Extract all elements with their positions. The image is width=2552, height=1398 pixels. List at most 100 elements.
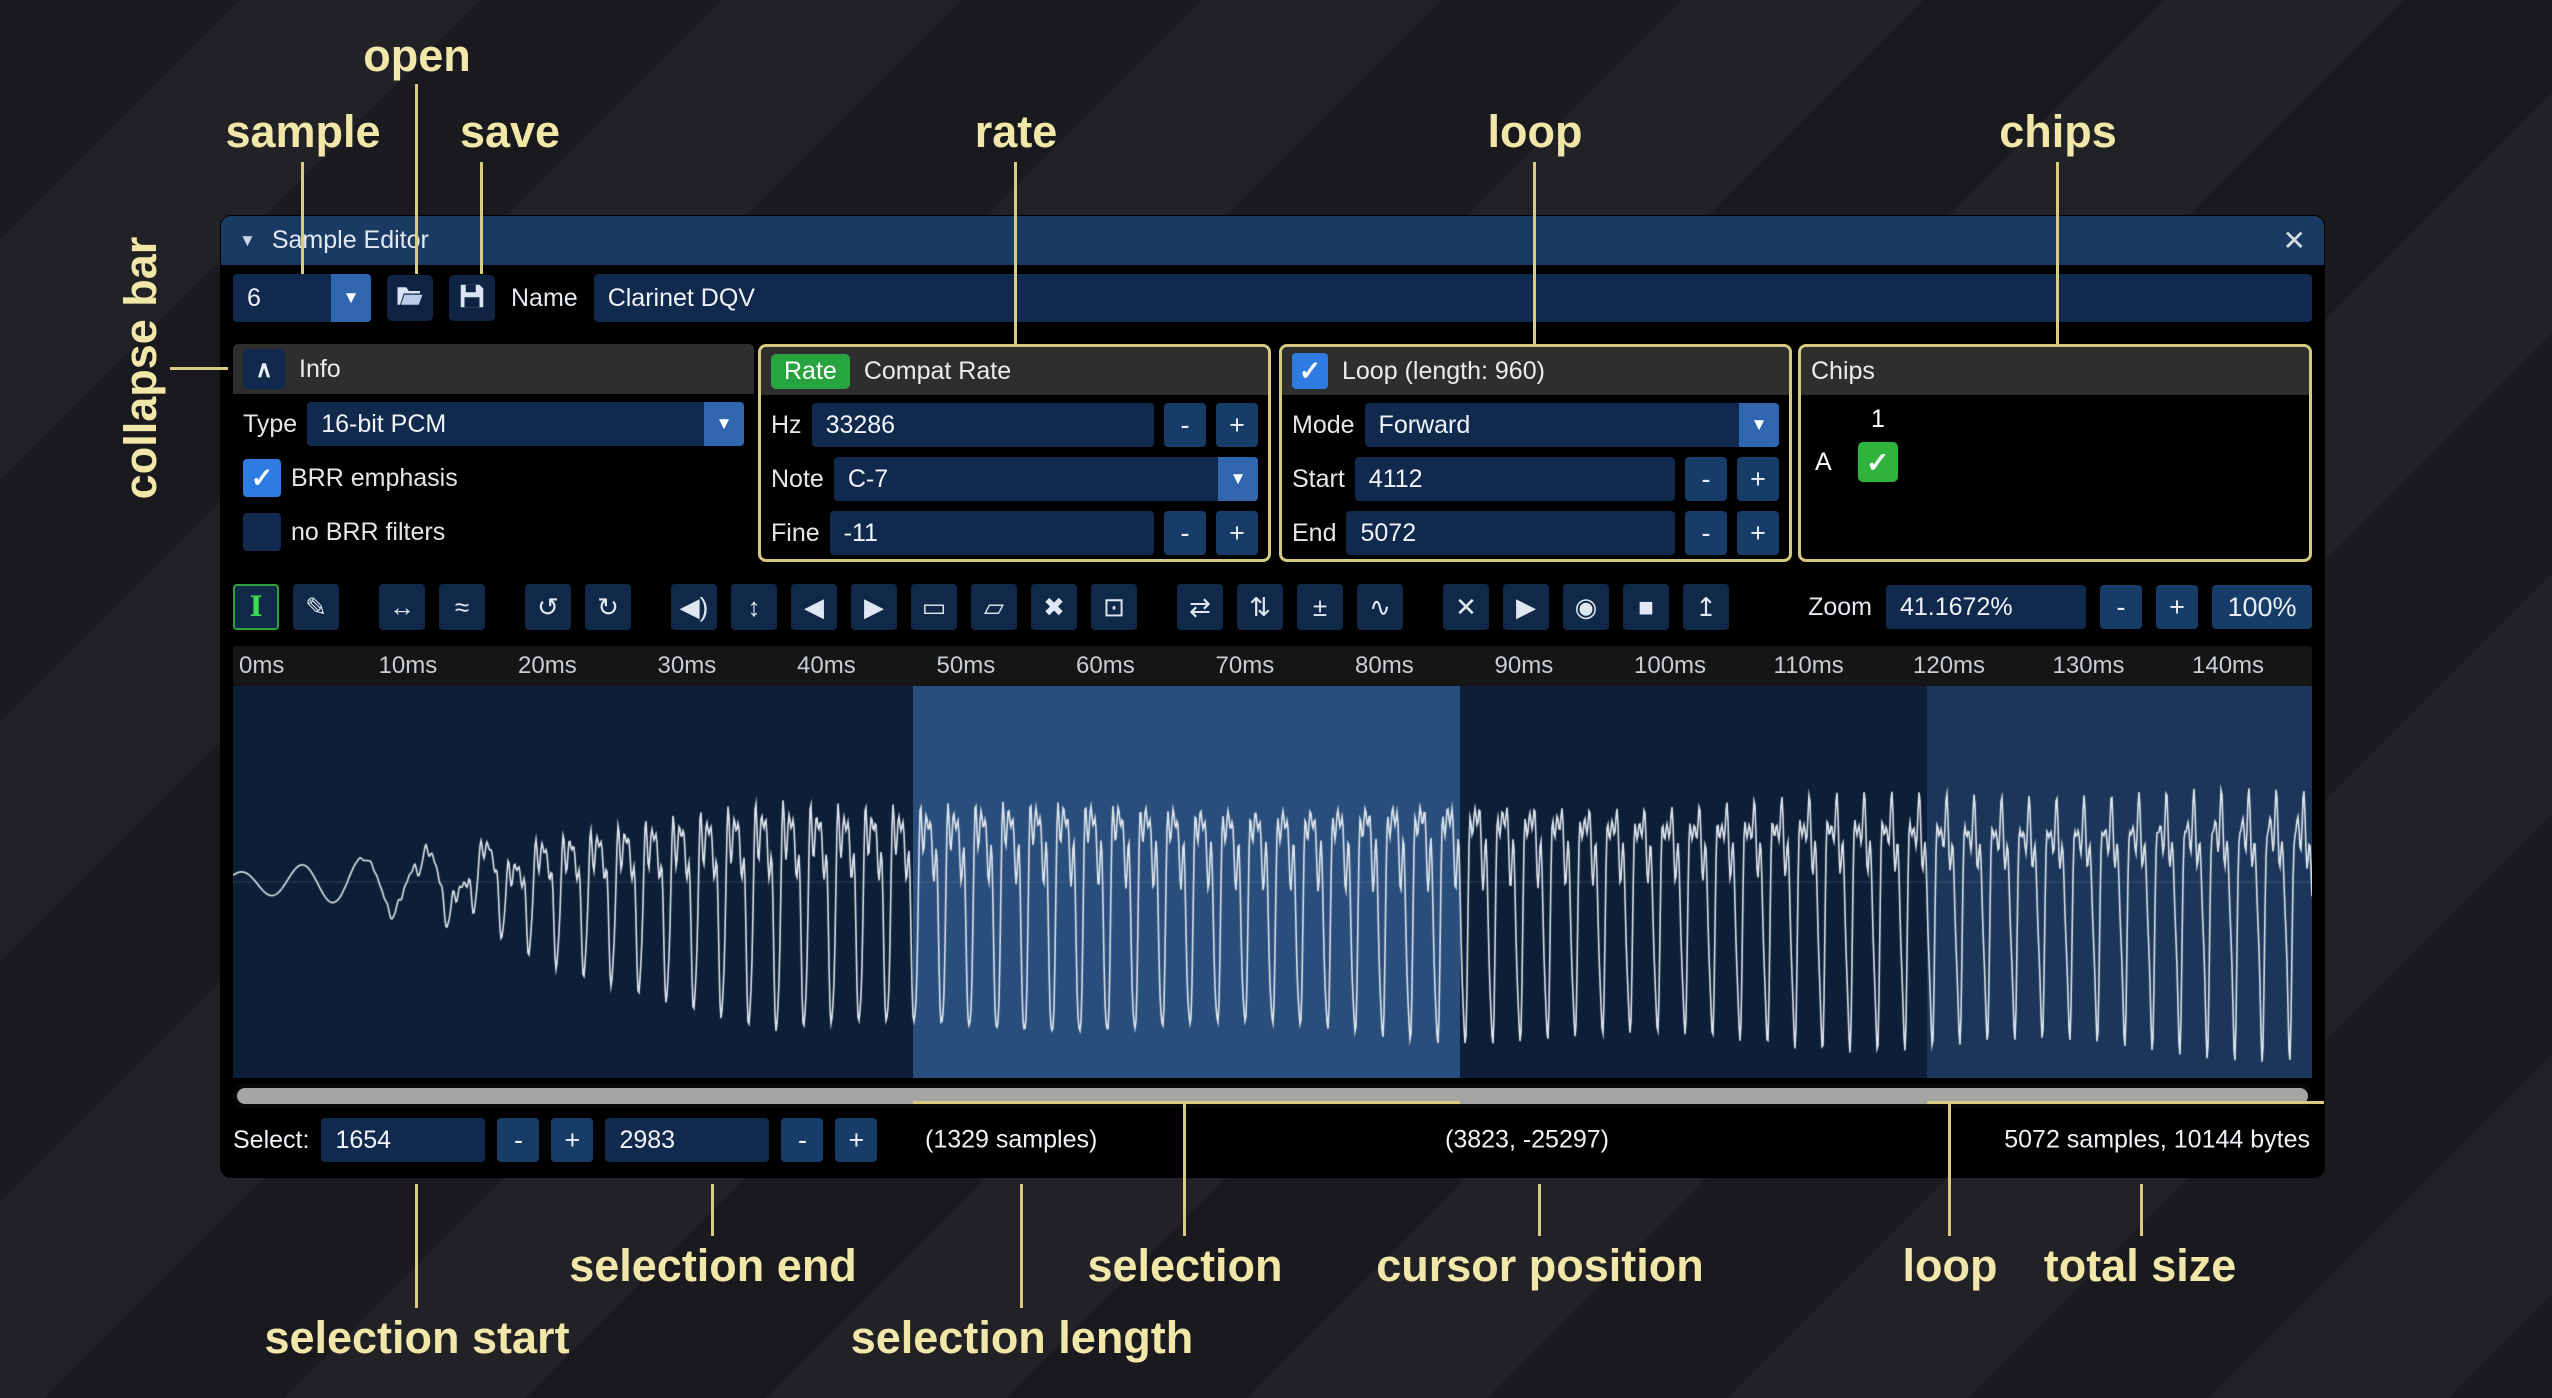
- collapse-up-icon: ∧: [256, 356, 273, 383]
- loop-start-plus-button[interactable]: +: [1737, 457, 1779, 501]
- collapse-bar-button[interactable]: ∧: [243, 349, 285, 389]
- annotation-line-cursor-position: [1538, 1184, 1541, 1236]
- selection-end-minus-button[interactable]: -: [781, 1118, 823, 1162]
- trim-icon: ⊡: [1103, 594, 1125, 620]
- open-button[interactable]: [387, 275, 433, 321]
- type-selector[interactable]: 16-bit PCM ▼: [307, 402, 744, 446]
- waveform-view[interactable]: [233, 686, 2312, 1078]
- loop-end-plus-button[interactable]: +: [1737, 511, 1779, 555]
- minus-icon: -: [1181, 518, 1190, 549]
- timeline-tick: 50ms: [931, 652, 1071, 680]
- loop-start-minus-button[interactable]: -: [1685, 457, 1727, 501]
- type-value: 16-bit PCM: [307, 402, 704, 446]
- loop-end-input[interactable]: 5072: [1346, 511, 1675, 555]
- normalize-button[interactable]: ↕: [731, 584, 777, 630]
- no-brr-filters-checkbox[interactable]: [243, 513, 281, 551]
- flip-sign-button[interactable]: ±: [1297, 584, 1343, 630]
- loop-mode-selector[interactable]: Forward ▼: [1365, 403, 1779, 447]
- note-selector[interactable]: C-7 ▼: [834, 457, 1258, 501]
- fade-in-button[interactable]: ◀: [791, 584, 837, 630]
- zoom-out-button[interactable]: -: [2100, 585, 2142, 629]
- hz-label: Hz: [771, 411, 802, 440]
- loop-checkbox[interactable]: ✓: [1292, 353, 1328, 389]
- hz-plus-button[interactable]: +: [1216, 403, 1258, 447]
- edit-mode-draw-button[interactable]: ✎: [293, 584, 339, 630]
- delete-button[interactable]: ✖: [1031, 584, 1077, 630]
- timeline-ruler[interactable]: 0ms 10ms 20ms 30ms 40ms 50ms 60ms 70ms 8…: [233, 646, 2312, 686]
- crossfade-icon: ✕: [1455, 594, 1477, 620]
- selection-end-input[interactable]: 2983: [605, 1118, 769, 1162]
- hz-input[interactable]: 33286: [812, 403, 1154, 447]
- redo-button[interactable]: ↻: [585, 584, 631, 630]
- fade-out-icon: ▶: [864, 594, 884, 620]
- undo-button[interactable]: ↺: [525, 584, 571, 630]
- zoom-input[interactable]: 41.1672%: [1886, 585, 2086, 629]
- invert-icon: ⇅: [1249, 594, 1271, 620]
- reverse-button[interactable]: ⇄: [1177, 584, 1223, 630]
- open-icon: [395, 281, 425, 316]
- zoom-in-button[interactable]: +: [2156, 585, 2198, 629]
- selection-start-minus-button[interactable]: -: [497, 1118, 539, 1162]
- hz-minus-button[interactable]: -: [1164, 403, 1206, 447]
- annotation-line-total-size: [2140, 1184, 2143, 1236]
- brr-emphasis-checkbox[interactable]: ✓: [243, 459, 281, 497]
- selection-end-plus-button[interactable]: +: [835, 1118, 877, 1162]
- resample-button[interactable]: ≈: [439, 584, 485, 630]
- import-button[interactable]: ↥: [1683, 584, 1729, 630]
- timeline-tick: 30ms: [652, 652, 792, 680]
- resize-button[interactable]: ↔: [379, 584, 425, 630]
- fade-in-icon: ◀: [804, 594, 824, 620]
- check-icon: ✓: [251, 463, 274, 494]
- insert-silence-button[interactable]: ▭: [911, 584, 957, 630]
- note-label: Note: [771, 465, 824, 494]
- loop-end-label: End: [1292, 519, 1336, 548]
- info-panel-body: Type 16-bit PCM ▼ ✓ BRR emphasis no BRR …: [233, 394, 754, 562]
- loop-end-minus-button[interactable]: -: [1685, 511, 1727, 555]
- amplify-button[interactable]: ◀): [671, 584, 717, 630]
- chip-number-row: 1: [1815, 399, 2295, 439]
- mode-label: Mode: [1292, 411, 1355, 440]
- name-input[interactable]: Clarinet DQV: [594, 274, 2312, 322]
- fine-input[interactable]: -11: [830, 511, 1154, 555]
- titlebar[interactable]: ▼ Sample Editor ✕: [221, 216, 2324, 265]
- selection-start-plus-button[interactable]: +: [551, 1118, 593, 1162]
- zoom-reset-label: 100%: [2227, 592, 2296, 623]
- preview-button[interactable]: ▶: [1503, 584, 1549, 630]
- scrollbar-thumb[interactable]: [237, 1088, 2308, 1104]
- loop-start-input[interactable]: 4112: [1355, 457, 1675, 501]
- status-row: Select: 1654 - + 2983 - + (1329 samples)…: [233, 1116, 2312, 1164]
- info-panel-header[interactable]: ∧ Info: [233, 344, 754, 394]
- fine-minus-button[interactable]: -: [1164, 511, 1206, 555]
- loop-panel-body: Mode Forward ▼ Start 4112 - + End 5072: [1282, 395, 1789, 563]
- invert-button[interactable]: ⇅: [1237, 584, 1283, 630]
- crossfade-loop-button[interactable]: ✕: [1443, 584, 1489, 630]
- rate-panel-header: Rate Compat Rate: [761, 347, 1268, 395]
- selection-start-input[interactable]: 1654: [321, 1118, 485, 1162]
- delete-icon: ✖: [1043, 594, 1065, 620]
- apply-silence-button[interactable]: ▱: [971, 584, 1017, 630]
- stop-preview-button[interactable]: ■: [1623, 584, 1669, 630]
- edit-mode-select-button[interactable]: I: [233, 584, 279, 630]
- chip-enabled-checkbox[interactable]: ✓: [1858, 442, 1898, 482]
- close-icon[interactable]: ✕: [2283, 224, 2306, 257]
- sample-selector[interactable]: 6 ▼: [233, 274, 371, 322]
- trim-button[interactable]: ⊡: [1091, 584, 1137, 630]
- sample-editor-window: ▼ Sample Editor ✕ 6 ▼ Name Clarinet DQV …: [221, 216, 2324, 1177]
- preview-cursor-button[interactable]: ◉: [1563, 584, 1609, 630]
- save-button[interactable]: [449, 275, 495, 321]
- waveform-scrollbar[interactable]: [233, 1084, 2312, 1108]
- fade-out-button[interactable]: ▶: [851, 584, 897, 630]
- sample-row: 6 ▼ Name Clarinet DQV: [233, 274, 2312, 322]
- resize-icon: ↔: [389, 594, 415, 620]
- zoom-reset-button[interactable]: 100%: [2212, 585, 2312, 629]
- chevron-down-icon: ▼: [1218, 457, 1258, 501]
- window-collapse-icon[interactable]: ▼: [239, 231, 256, 251]
- annotation-line-selection-end: [711, 1184, 714, 1236]
- reverse-icon: ⇄: [1189, 594, 1211, 620]
- plus-icon: +: [1750, 518, 1766, 549]
- plus-icon: +: [849, 1125, 865, 1156]
- loop-panel-title: Loop (length: 960): [1342, 357, 1545, 386]
- fine-plus-button[interactable]: +: [1216, 511, 1258, 555]
- filter-button[interactable]: ∿: [1357, 584, 1403, 630]
- waveform-canvas[interactable]: [233, 686, 2312, 1078]
